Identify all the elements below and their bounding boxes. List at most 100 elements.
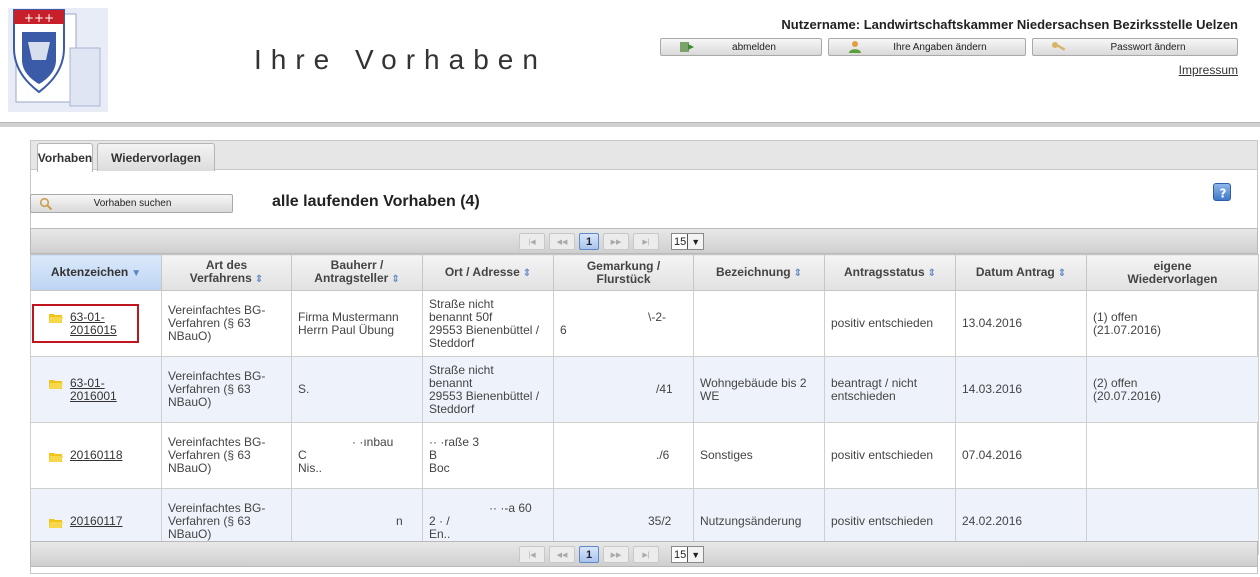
page-title: Ihre Vorhaben <box>254 44 547 75</box>
column-header-label: Wiedervorlagen <box>1127 271 1218 286</box>
pager-top: |◀ ◀◀ 1 ▶▶ ▶| 15 ▼ <box>30 228 1258 254</box>
page-size-value: 15 <box>674 235 687 248</box>
sort-icon: ⇕ <box>522 267 532 279</box>
cell-wiedervorlagen: (2) offen (20.07.2016) <box>1086 356 1259 423</box>
cell-verfahren: Vereinfachtes BG- Verfahren (§ 63 NBauO) <box>161 290 292 357</box>
cell-bauherr: · ·ınbau C Nis.. <box>291 422 423 489</box>
cell-aktenzeichen: 63-01- 2016015 <box>30 290 162 357</box>
column-header-label: Antragsstatus <box>843 264 925 279</box>
sort-icon: ⇕ <box>793 267 803 279</box>
column-header-label: Ort / Adresse <box>444 264 520 279</box>
change-password-label: Passwort ändern <box>1110 41 1186 53</box>
search-projects-button[interactable]: Vorhaben suchen <box>30 194 233 213</box>
cell-status: beantragt / nicht entschieden <box>824 356 956 423</box>
column-header-verfahren[interactable]: Art des Verfahrens ⇕ <box>161 254 292 291</box>
column-header-label: Gemarkung / <box>586 258 661 273</box>
cell-gemarkung: ./6 <box>553 422 694 489</box>
first-page-button[interactable]: |◀ <box>519 233 545 250</box>
table-row[interactable]: 20160118 Vereinfachtes BG- Verfahren (§ 6… <box>30 422 1259 489</box>
column-header-aktenzeichen[interactable]: Aktenzeichen ▼ <box>30 254 162 291</box>
change-password-button[interactable]: Passwort ändern <box>1032 38 1238 56</box>
next-page-button[interactable]: ▶▶ <box>603 233 629 250</box>
help-icon[interactable]: ? <box>1213 183 1231 201</box>
column-header-label: Flurstück <box>596 271 651 286</box>
impressum-link[interactable]: Impressum <box>1179 63 1238 77</box>
logout-label: abmelden <box>732 41 776 53</box>
search-icon <box>39 197 53 211</box>
column-header-ort[interactable]: Ort / Adresse ⇕ <box>422 254 554 291</box>
last-page-button[interactable]: ▶| <box>633 233 659 250</box>
svg-text:+++: +++ <box>24 11 54 25</box>
cell-ort: ·· ·raße 3 B Boc <box>422 422 554 489</box>
aktenzeichen-link[interactable]: 20160117 <box>70 515 123 528</box>
tab-wiedervorlagen[interactable]: Wiedervorlagen <box>97 143 215 171</box>
cell-datum: 07.04.2016 <box>955 422 1087 489</box>
previous-page-button[interactable]: ◀◀ <box>549 546 575 563</box>
page-size-select[interactable]: 15 ▼ <box>671 546 705 563</box>
logout-button[interactable]: abmelden <box>660 38 822 56</box>
cell-bezeichnung: Wohngebäude bis 2 WE <box>693 356 825 423</box>
column-header-status[interactable]: Antragsstatus ⇕ <box>824 254 956 291</box>
column-header-bauherr[interactable]: Bauherr / Antragsteller ⇕ <box>291 254 423 291</box>
aktenzeichen-link[interactable]: 20160118 <box>70 449 123 462</box>
cell-bezeichnung: Sonstiges <box>693 422 825 489</box>
folder-icon <box>49 313 63 323</box>
folder-icon <box>49 452 63 462</box>
page-number-button[interactable]: 1 <box>579 546 599 563</box>
cell-status: positiv entschieden <box>824 422 956 489</box>
table-row[interactable]: 63-01- 2016001 Vereinfachtes BG- Verfahren… <box>30 356 1259 423</box>
cell-verfahren: Vereinfachtes BG- Verfahren (§ 63 NBauO) <box>161 422 292 489</box>
sort-desc-icon: ▼ <box>131 267 142 279</box>
svg-text:?: ? <box>1220 187 1227 201</box>
cell-ort: Straße nicht benannt 29553 Bienenbüttel / S… <box>422 356 554 423</box>
table-row[interactable]: 63-01- 2016015 Vereinfachtes BG- Verfahren… <box>30 290 1259 357</box>
cell-wiedervorlagen: (1) offen (21.07.2016) <box>1086 290 1259 357</box>
column-header-label: Aktenzeichen <box>50 264 129 279</box>
next-page-button[interactable]: ▶▶ <box>603 546 629 563</box>
cell-status: positiv entschieden <box>824 290 956 357</box>
page-size-value: 15 <box>674 548 687 561</box>
edit-profile-button[interactable]: Ihre Angaben ändern <box>828 38 1026 56</box>
pager-bottom: |◀ ◀◀ 1 ▶▶ ▶| 15 ▼ <box>30 541 1258 567</box>
column-header-bezeichnung[interactable]: Bezeichnung ⇕ <box>693 254 825 291</box>
user-icon <box>847 40 863 54</box>
sort-icon: ⇕ <box>1057 267 1067 279</box>
column-header-label: Datum Antrag <box>975 264 1055 279</box>
cell-ort: Straße nicht benannt 50f 29553 Bienenbütte… <box>422 290 554 357</box>
cell-datum: 13.04.2016 <box>955 290 1087 357</box>
cell-bauherr: Firma Mustermann Herrn Paul Übung <box>291 290 423 357</box>
sort-icon: ⇕ <box>254 274 264 285</box>
aktenzeichen-link[interactable]: 63-01- 2016001 <box>70 376 117 403</box>
cell-gemarkung: \-2- 6 <box>553 290 694 357</box>
header-separator <box>0 122 1260 127</box>
column-header-datum[interactable]: Datum Antrag ⇕ <box>955 254 1087 291</box>
chevron-down-icon: ▼ <box>687 547 704 562</box>
column-header-label: eigene <box>1153 258 1192 273</box>
previous-page-button[interactable]: ◀◀ <box>549 233 575 250</box>
column-header-label: Bezeichnung <box>715 264 791 279</box>
search-projects-label: Vorhaben suchen <box>93 198 172 209</box>
cell-bauherr: S. <box>291 356 423 423</box>
sort-icon: ⇕ <box>927 267 937 279</box>
logout-icon <box>679 40 695 54</box>
page-size-select[interactable]: 15 ▼ <box>671 233 705 250</box>
folder-icon <box>49 518 63 528</box>
coat-of-arms-logo: +++ <box>8 8 108 112</box>
page-number-button[interactable]: 1 <box>579 233 599 250</box>
tab-vorhaben[interactable]: Vorhaben <box>37 143 93 172</box>
cell-aktenzeichen: 20160118 <box>30 422 162 489</box>
key-icon <box>1051 40 1067 54</box>
column-header-wiedervorlagen: eigene Wiedervorlagen <box>1086 254 1259 291</box>
column-header-label: Bauherr / <box>330 258 384 272</box>
cell-aktenzeichen: 63-01- 2016001 <box>30 356 162 423</box>
first-page-button[interactable]: |◀ <box>519 546 545 563</box>
column-header-label: Verfahrens <box>189 271 252 285</box>
cell-verfahren: Vereinfachtes BG- Verfahren (§ 63 NBauO) <box>161 356 292 423</box>
username-label: Nutzername: Landwirtschaftskammer Nieder… <box>781 17 1238 32</box>
aktenzeichen-link[interactable]: 63-01- 2016015 <box>70 310 117 337</box>
edit-profile-label: Ihre Angaben ändern <box>893 41 987 53</box>
cell-gemarkung: /41 <box>553 356 694 423</box>
chevron-down-icon: ▼ <box>687 234 704 249</box>
last-page-button[interactable]: ▶| <box>633 546 659 563</box>
column-header-gemarkung: Gemarkung / Flurstück <box>553 254 694 291</box>
